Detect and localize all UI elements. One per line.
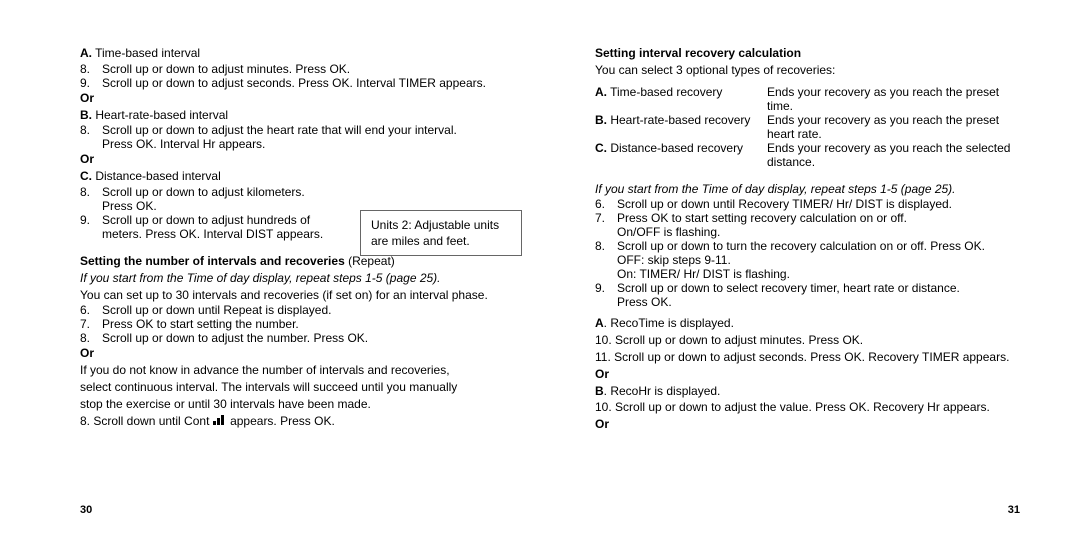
step: 9.Scroll up or down to select recovery t… — [595, 281, 1020, 309]
step: 6.Scroll up or down until Repeat is disp… — [80, 303, 505, 317]
page-number-right: 31 — [1008, 504, 1020, 516]
page-number-left: 30 — [80, 504, 92, 516]
section-a-heading: A. Time-based interval — [80, 45, 505, 62]
page-left: A. Time-based interval 8.Scroll up or do… — [80, 45, 505, 433]
section-c-heading: C. Distance-based interval — [80, 168, 505, 185]
step: 8.Scroll up or down to adjust the heart … — [80, 123, 505, 151]
cont-text: If you do not know in advance the number… — [80, 362, 505, 379]
step: 7.Press OK to start setting the number. — [80, 317, 505, 331]
cont-text: select continuous interval. The interval… — [80, 379, 505, 396]
or-label: Or — [80, 345, 505, 362]
type-row: A. Time-based recovery Ends your recover… — [595, 85, 1020, 113]
bars-icon — [213, 415, 227, 425]
type-row: C. Distance-based recovery Ends your rec… — [595, 141, 1020, 169]
step: 9.Scroll up or down to adjust seconds. P… — [80, 76, 505, 90]
or-label: Or — [80, 90, 505, 107]
step: 8.Scroll up or down to adjust minutes. P… — [80, 62, 505, 76]
recovery-heading: Setting interval recovery calculation — [595, 45, 1020, 62]
step: 7.Press OK to start setting recovery cal… — [595, 211, 1020, 239]
reco-b: B. RecoHr is displayed. — [595, 383, 1020, 400]
type-row: B. Heart-rate-based recovery Ends your r… — [595, 113, 1020, 141]
step: 9.Scroll up or down to adjust hundreds o… — [80, 213, 350, 241]
or-label: Or — [595, 366, 1020, 383]
repeat-note: If you start from the Time of day displa… — [595, 181, 1020, 198]
repeat-note: If you start from the Time of day displa… — [80, 270, 505, 287]
section-b-heading: B. Heart-rate-based interval — [80, 107, 505, 124]
page-right: Setting interval recovery calculation Yo… — [595, 45, 1020, 433]
step: 10. Scroll up or down to adjust minutes.… — [595, 332, 1020, 349]
step: 11. Scroll up or down to adjust seconds.… — [595, 349, 1020, 366]
step: 10. Scroll up or down to adjust the valu… — [595, 399, 1020, 416]
reco-a: A. RecoTime is displayed. — [595, 315, 1020, 332]
or-label: Or — [595, 416, 1020, 433]
step: 8.Scroll up or down to adjust the number… — [80, 331, 505, 345]
or-label: Or — [80, 151, 505, 168]
step: 8.Scroll up or down to adjust kilometers… — [80, 185, 350, 213]
repeat-intro: You can set up to 30 intervals and recov… — [80, 287, 505, 304]
step-cont: 8. Scroll down until Cont appears. Press… — [80, 413, 505, 430]
units-note-box: Units 2: Adjustable unitsare miles and f… — [360, 210, 522, 256]
cont-text: stop the exercise or until 30 intervals … — [80, 396, 505, 413]
step: 8.Scroll up or down to turn the recovery… — [595, 239, 1020, 281]
recovery-intro: You can select 3 optional types of recov… — [595, 62, 1020, 79]
step: 6.Scroll up or down until Recovery TIMER… — [595, 197, 1020, 211]
